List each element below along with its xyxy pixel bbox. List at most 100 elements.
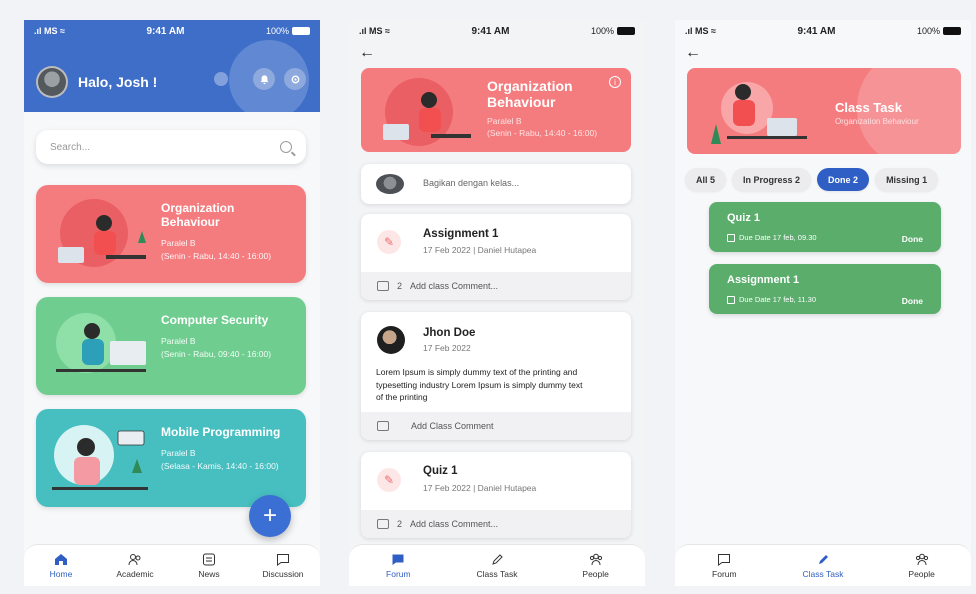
course-card-mobile-programming[interactable]: Mobile Programming Paralel B (Selasa - Ka… bbox=[36, 409, 306, 507]
news-icon bbox=[201, 553, 217, 567]
pencil-icon: ✎ bbox=[377, 230, 401, 254]
post-author: Jhon Doe bbox=[423, 327, 476, 339]
discussion-post[interactable]: Jhon Doe 17 Feb 2022 Lorem Ipsum is simp… bbox=[361, 312, 631, 440]
task-status: Done bbox=[901, 296, 923, 306]
tab-label: Done 2 bbox=[828, 174, 859, 185]
status-bar: .ıl MS ≈ 9:41 AM 100% bbox=[349, 20, 645, 42]
quiz-post[interactable]: ✎ Quiz 1 17 Feb 2022 | Daniel Hutapea 2 … bbox=[361, 452, 631, 538]
forum-screen: .ıl MS ≈ 9:41 AM 100% ← Organization Beh… bbox=[349, 20, 645, 586]
nav-academic[interactable]: Academic bbox=[105, 553, 165, 579]
comment-count: 2 bbox=[397, 519, 403, 529]
nav-discussion[interactable]: Discussion bbox=[253, 553, 313, 579]
calendar-icon bbox=[727, 295, 735, 304]
tab-missing[interactable]: Missing 1 bbox=[875, 168, 939, 191]
task-name: Quiz 1 bbox=[727, 212, 761, 224]
task-illustration bbox=[711, 82, 807, 144]
battery-icon bbox=[942, 27, 961, 35]
nav-label: Home bbox=[49, 568, 73, 579]
course-title: Organization Behaviour bbox=[161, 201, 235, 229]
back-arrow-icon[interactable]: ← bbox=[359, 44, 375, 62]
search-icon[interactable] bbox=[280, 141, 292, 153]
nav-forum[interactable]: Forum bbox=[694, 553, 754, 579]
comment-icon bbox=[377, 281, 389, 291]
course-illustration bbox=[58, 199, 146, 267]
task-item[interactable]: Quiz 1 Due Date 17 feb, 09.30 Done bbox=[709, 202, 941, 252]
battery-label: 100% bbox=[265, 26, 289, 36]
quiz-meta: 17 Feb 2022 | Daniel Hutapea bbox=[423, 483, 537, 493]
academic-icon bbox=[127, 553, 143, 567]
forum-icon bbox=[390, 553, 406, 567]
course-schedule: (Selasa - Kamis, 14:40 - 16:00) bbox=[161, 461, 279, 471]
greeting-text: Halo, Josh ! bbox=[78, 74, 158, 90]
avatar bbox=[377, 326, 405, 354]
course-class: Paralel B bbox=[161, 448, 196, 458]
calendar-icon bbox=[727, 233, 735, 242]
tab-label: All 5 bbox=[696, 174, 716, 185]
comment-bar[interactable]: Add Class Comment bbox=[361, 412, 631, 440]
nav-label: Forum bbox=[712, 568, 737, 579]
status-bar: .ıl MS ≈ 9:41 AM 100% bbox=[675, 20, 971, 42]
course-card-computer-security[interactable]: Computer Security Paralel B (Senin - Rabu… bbox=[36, 297, 306, 395]
carrier-label: MS bbox=[44, 26, 58, 36]
assignment-post[interactable]: ✎ Assignment 1 17 Feb 2022 | Daniel Huta… bbox=[361, 214, 631, 300]
nav-forum[interactable]: Forum bbox=[368, 553, 428, 579]
bottom-nav: Forum Class Task People bbox=[349, 544, 645, 586]
nav-home[interactable]: Home bbox=[31, 553, 91, 579]
comment-icon bbox=[377, 421, 389, 431]
nav-people[interactable]: People bbox=[892, 553, 952, 579]
course-card-organization-behaviour[interactable]: Organization Behaviour Paralel B (Senin -… bbox=[36, 185, 306, 283]
nav-class-task[interactable]: Class Task bbox=[467, 553, 527, 579]
share-input[interactable]: Bagikan dengan kelas... bbox=[361, 164, 631, 204]
post-body: Lorem Ipsum is simply dummy text of the … bbox=[376, 367, 583, 402]
task-subtitle: Organization Behaviour bbox=[835, 117, 919, 126]
task-item[interactable]: Assignment 1 Due Date 17 feb, 11.30 Done bbox=[709, 264, 941, 314]
class-task-screen: .ıl MS ≈ 9:41 AM 100% ← Class Task Organ… bbox=[675, 20, 971, 586]
status-bar: .ıl MS ≈ 9:41 AM 100% bbox=[24, 20, 320, 42]
tab-label: Missing 1 bbox=[886, 174, 928, 185]
signal-indicator: .ıl MS ≈ bbox=[685, 26, 716, 36]
filter-tabs: All 5 In Progress 2 Done 2 Missing 1 bbox=[685, 168, 939, 191]
carrier-label: MS bbox=[695, 26, 709, 36]
back-arrow-icon[interactable]: ← bbox=[685, 44, 701, 62]
plus-icon: + bbox=[262, 502, 277, 529]
course-illustration bbox=[56, 313, 146, 373]
tab-in-progress[interactable]: In Progress 2 bbox=[732, 168, 812, 191]
course-schedule: (Senin - Rabu, 14:40 - 16:00) bbox=[487, 128, 598, 138]
course-illustration bbox=[52, 425, 148, 490]
battery-icon bbox=[291, 27, 310, 35]
nav-people[interactable]: People bbox=[566, 553, 626, 579]
search-input[interactable]: Search... bbox=[36, 130, 306, 164]
comment-count: 2 bbox=[397, 281, 403, 291]
tab-all[interactable]: All 5 bbox=[685, 168, 727, 191]
class-task-icon bbox=[815, 553, 831, 567]
people-icon bbox=[914, 553, 930, 567]
nav-news[interactable]: News bbox=[179, 553, 239, 579]
comment-bar[interactable]: 2 Add class Comment... bbox=[361, 510, 631, 538]
search-placeholder: Search... bbox=[50, 141, 91, 153]
assignment-meta: 17 Feb 2022 | Daniel Hutapea bbox=[423, 245, 537, 255]
comment-bar[interactable]: 2 Add class Comment... bbox=[361, 272, 631, 300]
course-title: Organization Behaviour bbox=[487, 78, 573, 110]
course-class: Paralel B bbox=[161, 238, 196, 248]
nav-class-task[interactable]: Class Task bbox=[793, 553, 853, 579]
class-task-icon bbox=[489, 553, 505, 567]
add-comment-label: Add class Comment... bbox=[410, 281, 499, 291]
gear-icon[interactable] bbox=[284, 68, 306, 90]
course-title: Mobile Programming bbox=[161, 425, 281, 439]
carrier-label: MS bbox=[369, 26, 383, 36]
nav-label: Forum bbox=[386, 568, 411, 579]
info-icon[interactable]: i bbox=[609, 76, 621, 88]
screens-canvas: .ıl MS ≈ 9:41 AM 100% Halo, Josh ! Searc… bbox=[0, 0, 976, 594]
battery-label: 100% bbox=[916, 26, 940, 36]
task-title: Class Task bbox=[835, 100, 902, 115]
course-header-card: Organization Behaviour Paralel B (Senin -… bbox=[361, 68, 631, 152]
add-button[interactable]: + bbox=[249, 495, 291, 537]
home-screen: .ıl MS ≈ 9:41 AM 100% Halo, Josh ! Searc… bbox=[24, 20, 320, 586]
avatar[interactable] bbox=[36, 66, 68, 98]
nav-label: Academic bbox=[116, 568, 154, 579]
signal-indicator: .ıl MS ≈ bbox=[359, 26, 390, 36]
bell-icon[interactable] bbox=[253, 68, 275, 90]
share-placeholder: Bagikan dengan kelas... bbox=[423, 178, 520, 188]
discussion-icon bbox=[275, 553, 291, 567]
tab-done[interactable]: Done 2 bbox=[817, 168, 870, 191]
